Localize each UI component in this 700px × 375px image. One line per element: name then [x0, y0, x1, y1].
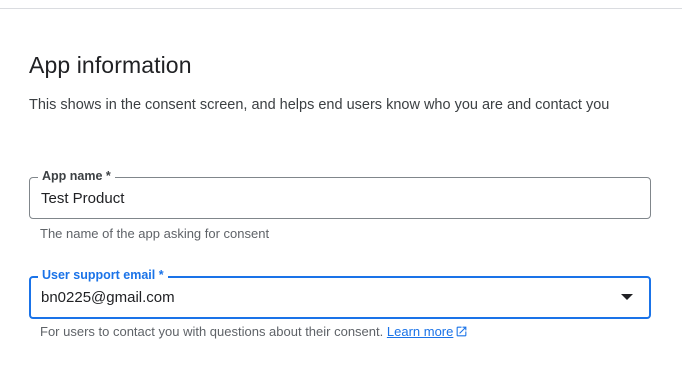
section-title: App information — [29, 52, 192, 78]
learn-more-link[interactable]: Learn more — [387, 324, 453, 339]
open-in-new-icon[interactable] — [455, 325, 468, 343]
user-support-email-value[interactable]: bn0225@gmail.com — [41, 288, 175, 308]
dropdown-arrow-icon[interactable] — [621, 294, 633, 300]
user-support-email-select[interactable]: User support email * bn0225@gmail.com — [29, 267, 651, 319]
learn-more-label[interactable]: Learn more — [387, 324, 453, 339]
user-support-email-hint-text: For users to contact you with questions … — [40, 324, 384, 339]
app-name-field[interactable]: App name * Test Product — [29, 168, 651, 219]
section-description: This shows in the consent screen, and he… — [29, 97, 610, 113]
app-name-label: App name * — [38, 168, 115, 184]
top-divider — [0, 8, 682, 9]
user-support-email-label: User support email * — [38, 267, 168, 283]
app-name-hint: The name of the app asking for consent — [40, 226, 270, 241]
app-name-input[interactable]: Test Product — [41, 189, 124, 209]
user-support-email-hint: For users to contact you with questions … — [40, 323, 468, 343]
app-information-section: App information This shows in the consen… — [29, 50, 669, 339]
